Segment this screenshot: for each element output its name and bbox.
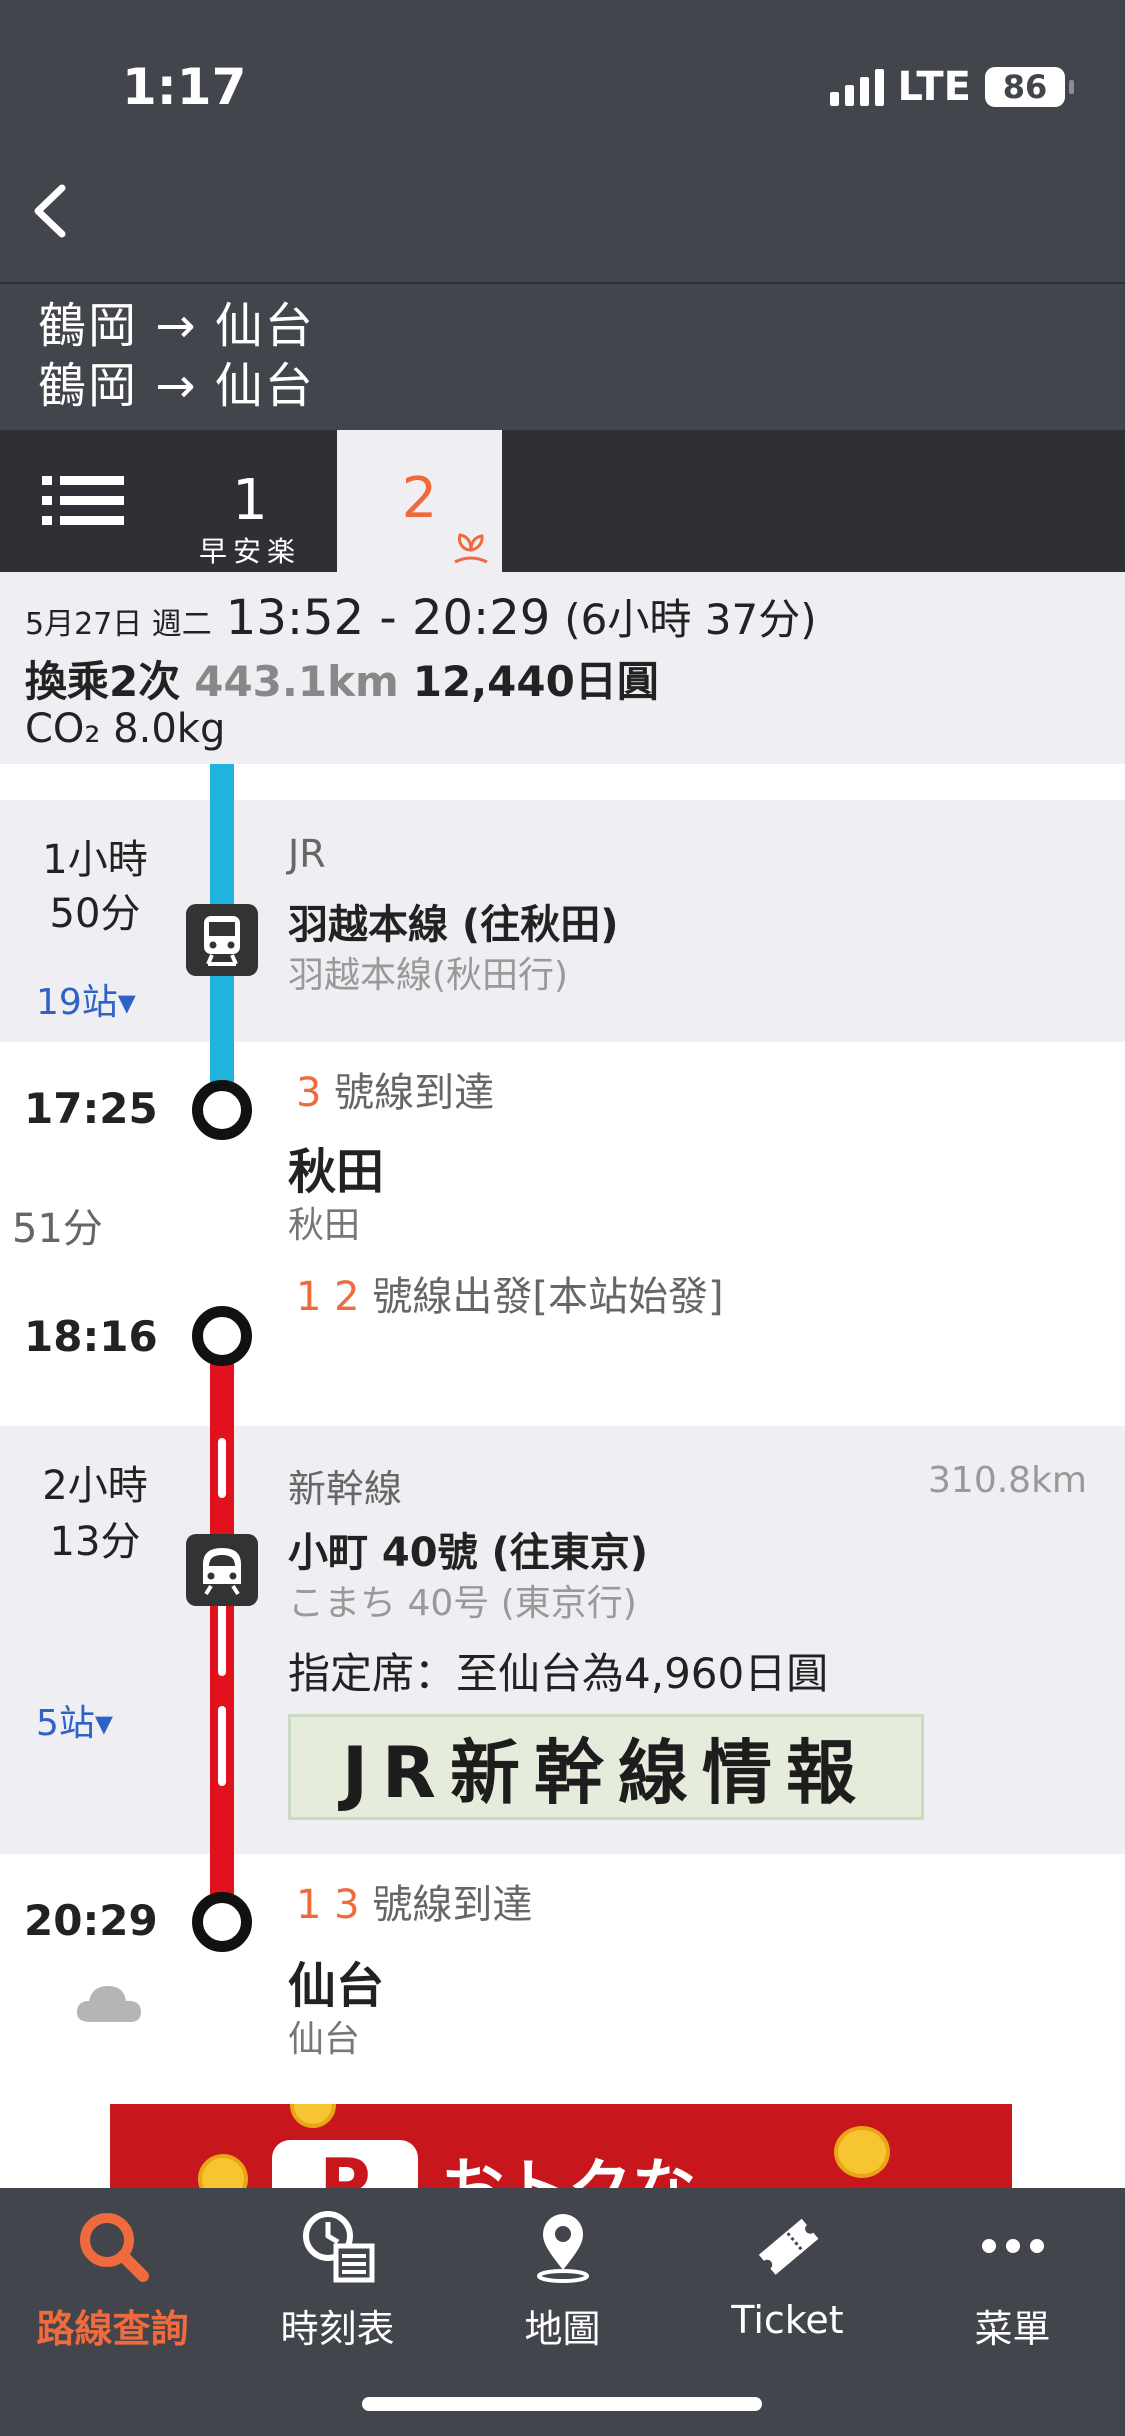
station-name-original: 秋田 bbox=[288, 1205, 361, 1246]
route-summary: 5月27日 週二 13:52 - 20:29 (6小時 37分) 換乘2次 44… bbox=[0, 572, 1125, 764]
timetable-icon bbox=[302, 2211, 374, 2283]
platform-number: 1 2 bbox=[296, 1274, 360, 1320]
map-pin-icon bbox=[536, 2214, 589, 2283]
station-marker bbox=[192, 1892, 252, 1952]
arrival-time: 17:25 bbox=[24, 1084, 158, 1133]
coin-decoration bbox=[834, 2126, 890, 2178]
stops-toggle[interactable]: 19站▾ bbox=[36, 973, 136, 1025]
segment-duration-hours: 2小時 bbox=[42, 1463, 148, 1509]
status-bar: 1:17 LTE 86 bbox=[0, 0, 1125, 140]
home-indicator[interactable] bbox=[362, 2397, 762, 2411]
tab-label: 地圖 bbox=[524, 2307, 601, 2351]
operator-label: JR bbox=[288, 832, 326, 876]
tab-route-search[interactable]: 路線查詢 bbox=[0, 2206, 225, 2353]
travel-date: 5月27日 週二 bbox=[25, 607, 212, 642]
coin-decoration bbox=[290, 2104, 336, 2128]
segment-duration-hours: 1小時 bbox=[42, 837, 148, 883]
total-fare: 12,440日圓 bbox=[412, 657, 659, 706]
platform-number: 1 3 bbox=[296, 1882, 360, 1928]
shinkansen-icon bbox=[186, 1534, 258, 1606]
train-name: 小町 40號 (往東京) bbox=[288, 1530, 649, 1576]
platform-text: 號線到達 bbox=[334, 1070, 495, 1116]
transfer-count: 換乘2次 bbox=[25, 657, 181, 706]
list-icon bbox=[42, 476, 124, 525]
train-icon bbox=[186, 904, 258, 976]
nav-bar bbox=[0, 140, 1125, 284]
travel-duration: (6小時 37分) bbox=[564, 595, 817, 644]
tab-label: 時刻表 bbox=[280, 2307, 395, 2351]
tab-list-view[interactable] bbox=[0, 430, 165, 572]
station-name-original: 仙台 bbox=[288, 2019, 361, 2060]
operator-label: 新幹線 bbox=[288, 1467, 403, 1511]
coin-decoration bbox=[198, 2154, 248, 2190]
back-arrow-icon[interactable] bbox=[20, 176, 90, 246]
line-name-original: 羽越本線(秋田行) bbox=[288, 955, 569, 996]
travel-time-range: 13:52 - 20:29 bbox=[225, 590, 551, 646]
tab-route-2[interactable]: 2 bbox=[337, 430, 502, 572]
segment-distance: 310.8km bbox=[928, 1460, 1087, 1501]
departure-time: 18:16 bbox=[24, 1312, 158, 1361]
arrival-platform: 1 3 號線到達 bbox=[296, 1872, 532, 1930]
total-distance: 443.1km bbox=[194, 657, 399, 706]
reserved-seat-fare: 指定席：至仙台為4,960日圓 bbox=[288, 1649, 829, 1698]
jr-shinkansen-info-banner[interactable]: JR新幹線情報 bbox=[288, 1714, 924, 1820]
tab-tags: 早安楽 bbox=[198, 535, 301, 568]
ad-banner[interactable]: P おトクな bbox=[110, 2104, 1012, 2190]
tab-menu[interactable]: 菜單 bbox=[900, 2206, 1125, 2353]
arrival-time: 20:29 bbox=[24, 1896, 158, 1945]
route-header: 鶴岡 → 仙台 鶴岡 → 仙台 bbox=[0, 284, 1125, 430]
train-name-original: こまち 40号 (東京行) bbox=[288, 1583, 637, 1624]
tab-number: 1 bbox=[232, 468, 268, 533]
platform-text: 號線到達 bbox=[372, 1882, 533, 1928]
cloud-icon bbox=[76, 1986, 141, 2022]
route-from-to: 鶴岡 → 仙台 bbox=[38, 298, 315, 354]
ad-logo: P bbox=[272, 2140, 418, 2190]
co2-emission: CO₂ 8.0kg bbox=[25, 706, 226, 752]
tab-number: 2 bbox=[401, 466, 438, 531]
tab-ticket[interactable]: Ticket bbox=[675, 2206, 900, 2342]
status-time: 1:17 bbox=[122, 58, 247, 116]
segment-duration-minutes: 50分 bbox=[49, 891, 141, 937]
station-marker bbox=[192, 1306, 252, 1366]
route-from-to-secondary: 鶴岡 → 仙台 bbox=[38, 358, 315, 414]
station-name[interactable]: 仙台 bbox=[288, 1946, 384, 2016]
result-tabs: 1 早安楽 2 bbox=[0, 430, 1125, 572]
search-icon bbox=[79, 2213, 149, 2282]
tab-timetable[interactable]: 時刻表 bbox=[225, 2206, 450, 2353]
tab-label: 菜單 bbox=[974, 2307, 1051, 2351]
line-name: 羽越本線 (往秋田) bbox=[288, 902, 619, 948]
eco-icon bbox=[454, 533, 488, 564]
station-name[interactable]: 秋田 bbox=[288, 1132, 384, 1202]
segment-duration-minutes: 13分 bbox=[49, 1519, 141, 1565]
tab-map[interactable]: 地圖 bbox=[450, 2206, 675, 2353]
signal-icon bbox=[829, 68, 884, 106]
stops-toggle[interactable]: 5站▾ bbox=[36, 1694, 113, 1746]
platform-number: 3 bbox=[296, 1070, 322, 1116]
line-color-bar-shinkansen bbox=[210, 1336, 234, 1922]
platform-text: 號線出發[本站始發] bbox=[372, 1274, 724, 1320]
station-marker bbox=[192, 1080, 252, 1140]
more-icon bbox=[981, 2239, 1044, 2253]
tab-route-1[interactable]: 1 早安楽 bbox=[165, 430, 335, 572]
wait-time: 51分 bbox=[12, 1206, 103, 1252]
network-label: LTE bbox=[897, 64, 971, 110]
tab-label: Ticket bbox=[731, 2298, 844, 2342]
battery-icon: 86 bbox=[985, 67, 1074, 107]
ad-text: おトクな bbox=[440, 2153, 696, 2190]
tab-label: 路線查詢 bbox=[36, 2307, 189, 2351]
arrival-platform: 3 號線到達 bbox=[296, 1060, 494, 1118]
status-indicators: LTE 86 bbox=[829, 64, 1074, 110]
departure-platform: 1 2 號線出發[本站始發] bbox=[296, 1264, 724, 1322]
ticket-icon bbox=[758, 2218, 818, 2275]
